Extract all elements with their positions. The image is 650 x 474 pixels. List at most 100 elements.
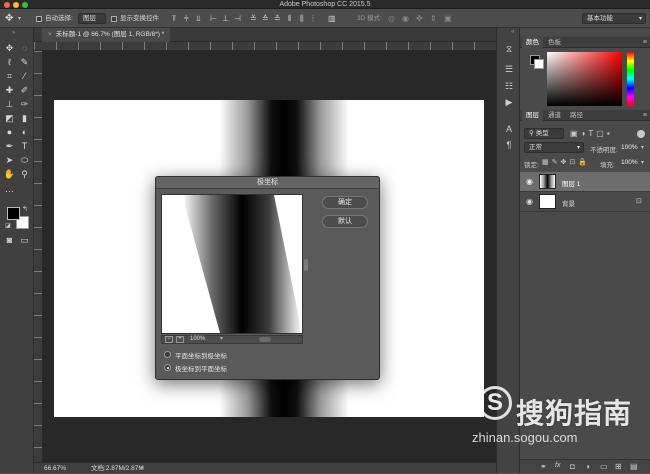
gradient-tool-icon[interactable]: ▮ (18, 112, 31, 125)
zoom-out-button[interactable]: − (165, 336, 173, 343)
swap-colors-icon[interactable]: ↰ (22, 205, 28, 213)
edit-toolbar-icon[interactable]: ⋯ (3, 185, 16, 198)
tab-channels[interactable]: 通道 (544, 110, 565, 121)
character-panel-icon[interactable]: A (501, 122, 517, 136)
eraser-tool-icon[interactable]: ◩ (3, 112, 16, 125)
zoom-tool-icon[interactable]: ⚲ (18, 168, 31, 181)
layer-visibility-eye-icon[interactable]: ◉ (526, 177, 533, 186)
status-menu-icon[interactable]: ▸ (141, 463, 144, 474)
default-colors-icon[interactable]: ◪ (5, 222, 11, 229)
brush-tool-icon[interactable]: ✐ (18, 84, 31, 97)
layer-filter-icons[interactable]: ▣◑T▢▪ (570, 128, 613, 139)
tab-swatches[interactable]: 色板 (544, 37, 565, 48)
new-layer-icon[interactable]: ⊞ (615, 462, 622, 471)
layer-style-icon[interactable]: fx (555, 462, 560, 469)
filter-preview[interactable] (161, 194, 303, 334)
radio-polar-to-rect[interactable] (164, 364, 171, 371)
clone-stamp-tool-icon[interactable]: ⊥ (3, 98, 16, 111)
ok-button[interactable]: 确定 (322, 196, 368, 209)
move-tool-icon[interactable]: ✥ (3, 42, 16, 55)
tab-color[interactable]: 颜色 (522, 37, 543, 48)
align-hcenter-icon[interactable]: ⊥ (222, 9, 229, 28)
close-document-icon[interactable]: × (48, 31, 52, 38)
layer-row-layer-1[interactable]: ◉ 图层 1 (520, 172, 650, 192)
reset-button[interactable]: 默认 (322, 215, 368, 228)
fill-value[interactable]: 100% (621, 159, 638, 166)
zoom-dropdown-icon[interactable]: ▾ (220, 336, 223, 343)
color-panel-background[interactable] (534, 59, 544, 69)
quick-mask-icon[interactable]: ◙ (3, 234, 16, 247)
distribute-right-icon[interactable]: ⦙ (312, 9, 314, 28)
move-tool-icon[interactable]: ✥ (5, 13, 13, 24)
slide-3d-icon[interactable]: ⇕ (430, 9, 437, 28)
add-mask-icon[interactable]: ◘ (570, 462, 575, 471)
radio-polar-to-rect-label[interactable]: 极坐标到平面坐标 (175, 363, 227, 373)
pen-tool-icon[interactable]: ✒ (3, 140, 16, 153)
zoom-in-button[interactable]: + (176, 336, 184, 343)
auto-align-icon[interactable]: ▥ (328, 9, 336, 28)
eyedropper-tool-icon[interactable]: ⁄ (18, 70, 31, 83)
lock-options-icons[interactable]: ▦✎✥⊡🔒 (542, 158, 590, 166)
auto-select-target-dropdown[interactable]: 图层 (78, 13, 106, 24)
type-tool-icon[interactable]: T (18, 140, 31, 153)
align-bottom-icon[interactable]: ⫫ (196, 9, 201, 28)
adjustment-layer-icon[interactable]: ◑ (585, 462, 590, 471)
radio-rect-to-polar[interactable] (164, 351, 171, 358)
paragraph-panel-icon[interactable]: ¶ (501, 138, 517, 152)
preview-scroll-thumb[interactable] (259, 337, 271, 342)
dodge-tool-icon[interactable]: ◐ (18, 126, 31, 139)
adjustments-panel-icon[interactable]: ☷ (501, 79, 517, 93)
color-spectrum-field[interactable] (547, 52, 622, 106)
hue-slider[interactable] (627, 52, 634, 106)
foreground-color-swatch[interactable] (7, 207, 20, 220)
hand-tool-icon[interactable]: ✋ (3, 168, 16, 181)
history-brush-tool-icon[interactable]: ✑ (18, 98, 31, 111)
align-top-icon[interactable]: ⫪ (172, 9, 177, 28)
auto-select-checkbox[interactable] (36, 15, 42, 22)
scale-3d-icon[interactable]: ▣ (444, 9, 452, 28)
align-left-icon[interactable]: ⊢ (210, 9, 217, 28)
shape-tool-icon[interactable]: ⬭ (18, 154, 31, 167)
distribute-hcenter-icon[interactable]: ⫼ (300, 9, 304, 28)
distribute-top-icon[interactable]: ≚ (250, 9, 257, 28)
document-tab[interactable]: × 未标题-1 @ 66.7% (图层 1, RGB/8*) * (42, 28, 171, 42)
align-vcenter-icon[interactable]: ⫩ (184, 9, 189, 28)
link-layers-icon[interactable]: ⚭ (540, 462, 547, 471)
quick-select-tool-icon[interactable]: ✎ (18, 56, 31, 69)
healing-brush-tool-icon[interactable]: ✚ (3, 84, 16, 97)
marquee-tool-icon[interactable]: ◌ (18, 42, 31, 55)
new-group-icon[interactable]: ▭ (600, 462, 608, 471)
layer-name[interactable]: 背景 (562, 198, 575, 208)
pan-3d-icon[interactable]: ✜ (416, 9, 423, 28)
workspace-dropdown[interactable]: 基本功能 ▾ (582, 13, 646, 24)
opacity-chevron-icon[interactable]: ▾ (641, 144, 644, 151)
blur-tool-icon[interactable]: ● (3, 126, 16, 139)
align-right-icon[interactable]: ⊣ (234, 9, 241, 28)
layer-visibility-eye-icon[interactable]: ◉ (526, 197, 533, 206)
dialog-titlebar[interactable]: 极坐标 (156, 177, 379, 189)
crop-tool-icon[interactable]: ⌗ (3, 70, 16, 83)
color-panel-menu-icon[interactable]: ≡ (643, 37, 647, 48)
lasso-tool-icon[interactable]: ℓ (3, 56, 16, 69)
tool-preset-chevron-icon[interactable]: ▾ (18, 15, 21, 22)
screen-mode-icon[interactable]: ▭ (18, 234, 31, 247)
blend-mode-dropdown[interactable]: 正常 ▾ (524, 142, 584, 153)
layer-filter-dropdown[interactable]: ⚲ 类型 (524, 128, 564, 139)
distribute-bottom-icon[interactable]: ≛ (274, 9, 281, 28)
distribute-vcenter-icon[interactable]: ≙ (262, 9, 269, 28)
orbit-3d-icon[interactable]: ◎ (388, 9, 395, 28)
properties-panel-icon[interactable]: ☰ (501, 62, 517, 76)
distribute-left-icon[interactable]: ⦀ (288, 9, 292, 28)
show-transform-checkbox[interactable] (111, 15, 117, 22)
radio-rect-to-polar-label[interactable]: 平面坐标到极坐标 (175, 350, 227, 360)
delete-layer-icon[interactable]: ▤ (630, 462, 638, 471)
collapse-dock-icon[interactable]: « (511, 29, 514, 35)
layer-row-background[interactable]: ◉ 背景 ⊡ (520, 192, 650, 212)
tab-layers[interactable]: 图层 (522, 110, 543, 121)
tab-paths[interactable]: 路径 (566, 110, 587, 121)
history-panel-icon[interactable]: ⧖ (501, 42, 517, 56)
filter-toggle-icon[interactable] (637, 130, 645, 138)
actions-panel-icon[interactable]: ▶ (501, 95, 517, 109)
dialog-resize-handle[interactable] (304, 259, 308, 271)
fill-chevron-icon[interactable]: ▾ (641, 159, 644, 166)
